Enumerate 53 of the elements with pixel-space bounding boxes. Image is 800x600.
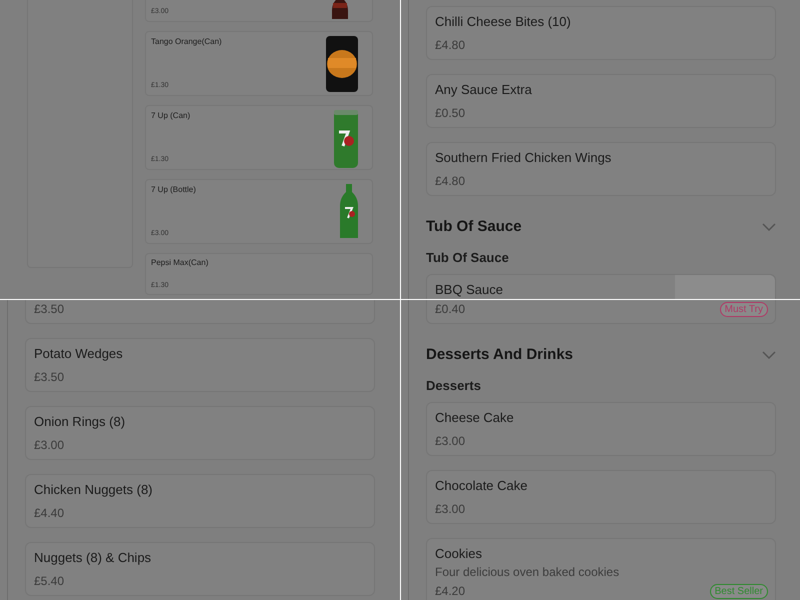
menu-item-card[interactable]: Cookies Four delicious oven baked cookies £4.20 Best Seller <box>426 538 776 600</box>
item-price: £4.20 <box>435 583 466 599</box>
menu-item-card[interactable]: Cheese Cake £3.00 <box>426 402 776 456</box>
item-price: £4.40 <box>34 505 64 521</box>
drink-can-drawing <box>326 36 358 92</box>
menu-item-card[interactable]: Chicken Nuggets (8) £4.40 <box>25 474 375 528</box>
item-badge: Must Try <box>720 302 768 317</box>
category-subheading: Tub Of Sauce <box>426 249 510 267</box>
menu-item-card[interactable]: Southern Fried Chicken Wings £4.80 <box>426 142 776 196</box>
item-price: £0.50 <box>435 105 466 121</box>
item-price: £0.40 <box>435 301 466 317</box>
product-name: 7 Up (Can) <box>151 110 192 121</box>
drink-bottle-drawing <box>340 184 358 238</box>
drink-can-drawing <box>334 110 358 168</box>
cola-bottle-drawing <box>330 0 350 19</box>
item-name: Potato Wedges <box>34 345 123 362</box>
item-name: Cheese Cake <box>435 409 514 426</box>
menu-item-card[interactable]: £0.40 Must Try <box>426 300 776 324</box>
product-name: 7 Up (Bottle) <box>151 184 197 195</box>
section-heading: Desserts And Drinks <box>426 344 573 365</box>
chevron-down-icon[interactable] <box>762 223 776 231</box>
menu-item-card[interactable]: Chilli Cheese Bites (10) £4.80 <box>426 6 776 60</box>
item-name: Chicken Nuggets (8) <box>34 481 152 498</box>
item-price: £3.50 <box>34 301 64 317</box>
item-name: Chocolate Cake <box>435 477 528 494</box>
item-name: Cookies <box>435 545 482 562</box>
item-badge: Best Seller <box>710 584 768 599</box>
item-price: £4.80 <box>435 173 466 189</box>
product-name: Pepsi Max(Can) <box>151 257 210 268</box>
item-price: £3.00 <box>34 437 64 453</box>
menu-item-card[interactable]: BBQ Sauce <box>426 274 776 299</box>
menu-item-card[interactable]: Nuggets (8) & Chips £5.40 <box>25 542 375 596</box>
item-price: £3.00 <box>435 501 466 517</box>
section-heading: Tub Of Sauce <box>426 216 522 237</box>
item-name: Southern Fried Chicken Wings <box>435 149 612 166</box>
menu-item-card[interactable]: Potato Wedges £3.50 <box>25 338 375 392</box>
item-price: £3.50 <box>34 369 64 385</box>
item-price: £5.40 <box>34 573 64 589</box>
product-name: Tango Orange(Can) <box>151 36 223 47</box>
menu-item-card[interactable]: Any Sauce Extra £0.50 <box>426 74 776 128</box>
item-name: Nuggets (8) & Chips <box>34 549 152 566</box>
item-price: £4.80 <box>435 37 466 53</box>
item-name: BBQ Sauce <box>435 281 503 298</box>
item-name: Chilli Cheese Bites (10) <box>435 13 571 30</box>
menu-item-card[interactable]: Chocolate Cake £3.00 <box>426 470 776 524</box>
item-description: Four delicious oven baked cookies <box>435 565 620 580</box>
item-name: Any Sauce Extra <box>435 81 532 98</box>
chevron-down-icon[interactable] <box>762 351 776 359</box>
menu-item-card[interactable]: £3.50 <box>25 300 375 324</box>
item-price: £3.00 <box>435 433 466 449</box>
category-subheading: Desserts <box>426 377 482 395</box>
item-name: Onion Rings (8) <box>34 413 126 430</box>
menu-item-card[interactable]: Onion Rings (8) £3.00 <box>25 406 375 460</box>
